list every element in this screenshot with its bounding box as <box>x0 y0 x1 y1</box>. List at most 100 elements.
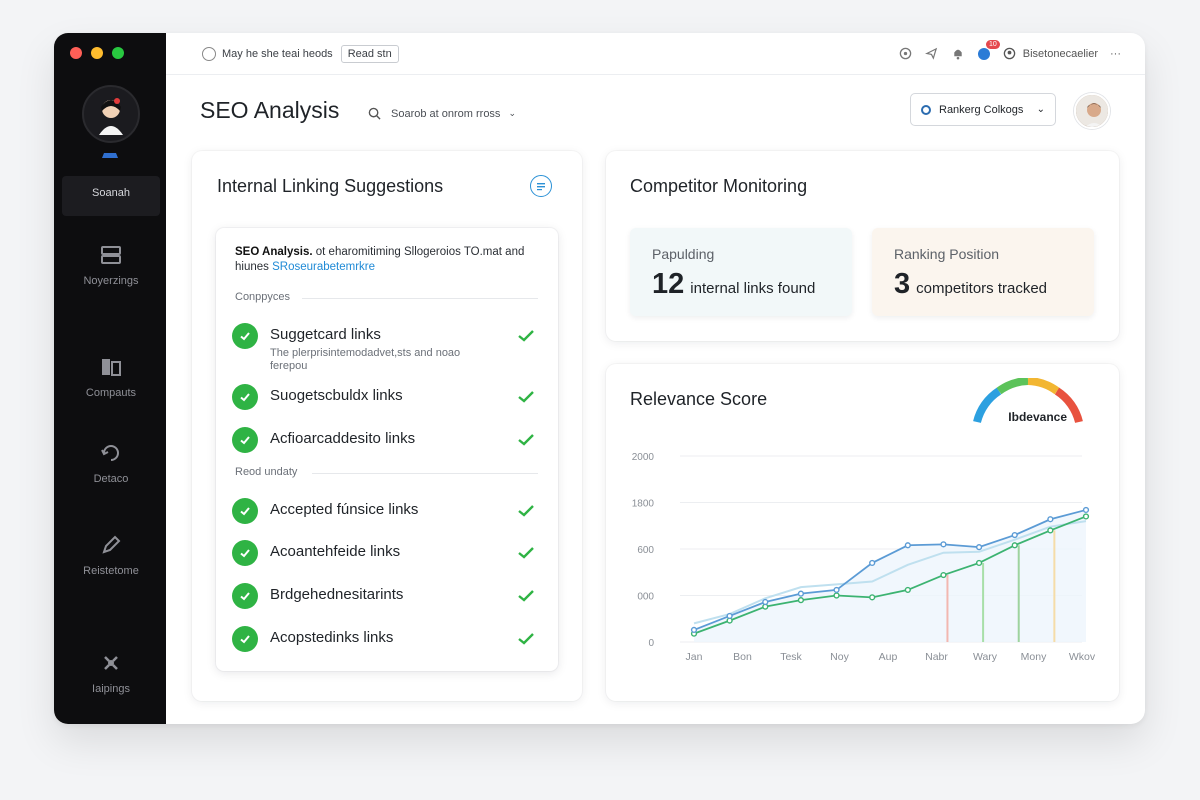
x-tick-label: Mony <box>1021 651 1047 663</box>
x-tick-label: Bon <box>733 651 752 663</box>
data-point <box>940 541 947 548</box>
intro-bold-text: SEO Analysis. <box>235 246 313 258</box>
data-point <box>904 542 911 549</box>
breadcrumb[interactable]: May he she teai heods <box>222 48 333 60</box>
account-name[interactable]: Bisetonecaelier <box>1023 48 1098 60</box>
suggestion-label: Brdgehednesitarints <box>270 586 404 603</box>
stat-card-links[interactable]: Papulding 12 internal links found <box>630 228 852 316</box>
sidebar-item-label: Noyerzings <box>83 275 139 287</box>
check-circle-icon <box>232 583 258 609</box>
check-circle-icon <box>232 540 258 566</box>
check-circle-icon <box>232 498 258 524</box>
data-point <box>1082 513 1090 520</box>
gauge-label: Ibdevance <box>1008 410 1067 424</box>
suggestions-panel: SEO Analysis. ot eharomitiming Sllogeroi… <box>216 228 558 671</box>
more-options-button[interactable]: ··· <box>1110 48 1121 60</box>
data-point <box>869 594 876 601</box>
y-tick-label: 000 <box>637 592 654 603</box>
data-point <box>1047 516 1054 523</box>
compare-icon <box>102 359 121 376</box>
ranking-select[interactable]: Rankerg Colkogs ⌄ <box>910 93 1056 126</box>
bell-icon[interactable] <box>951 47 965 61</box>
suggestion-row[interactable]: Acfioarcaddesito links <box>232 427 536 453</box>
intro-link[interactable]: SRoseurabetemrkre <box>272 261 375 273</box>
check-circle-icon <box>232 384 258 410</box>
card-title: Internal Linking Suggestions <box>217 176 444 196</box>
sidebar-item-detaco[interactable]: Detaco <box>62 441 160 485</box>
sidebar-item-iaipings[interactable]: Iaipings <box>62 651 160 695</box>
data-point <box>975 559 983 567</box>
stat-description: competitors tracked <box>916 280 1048 297</box>
sidebar-item-reistetome[interactable]: Reistetome <box>62 533 160 577</box>
notifications-icon[interactable]: 10 <box>977 39 1000 61</box>
suggestion-row[interactable]: Suogetscbuldx links <box>232 384 536 410</box>
avatar-illustration-icon <box>99 98 123 135</box>
y-tick-label: 2000 <box>632 452 655 463</box>
stat-card-competitors[interactable]: Ranking Position 3 competitors tracked <box>872 228 1094 316</box>
edit-icon <box>102 535 121 554</box>
suggestion-description: The plerprisintemodadvet,sts and noao fe… <box>270 347 461 372</box>
suggestion-row[interactable]: Acoantehfeide links <box>232 540 536 566</box>
section-divider <box>302 298 538 299</box>
share-icon[interactable] <box>925 47 939 61</box>
top-bar: May he she teai heods Read stn 10 Biseto… <box>166 33 1145 75</box>
user-photo-icon <box>1076 95 1108 127</box>
suggestion-row[interactable]: Suggetcard links The plerprisintemodadve… <box>232 323 536 373</box>
read-status-button[interactable]: Read stn <box>340 44 399 63</box>
refresh-icon <box>101 445 119 461</box>
x-tick-label: Wkov <box>1069 651 1096 663</box>
suggestion-label: Acopstedinks links <box>270 629 394 646</box>
search-bar[interactable]: Soarob at onrom rross ⌄ <box>368 107 516 120</box>
topbar-actions: 10 Bisetonecaelier ··· <box>899 39 1121 61</box>
relevance-score-card: Relevance Score Ibdevance 2000 1800 600 000… <box>606 364 1119 701</box>
chevron-down-icon: ⌄ <box>1036 104 1045 115</box>
suggestion-row[interactable]: Brdgehednesitarints <box>232 583 536 609</box>
car-icon <box>102 153 118 158</box>
sidebar-item-label: Compauts <box>85 387 137 399</box>
suggestion-row[interactable]: Acopstedinks links <box>232 626 536 652</box>
user-avatar[interactable] <box>1074 93 1110 129</box>
help-icon[interactable] <box>899 47 913 61</box>
stat-caption: Papulding <box>652 246 715 262</box>
data-point <box>975 544 983 551</box>
info-icon[interactable] <box>530 175 552 197</box>
x-tick-label: Noy <box>830 651 849 663</box>
server-icon <box>101 246 121 264</box>
sidebar-item-label: Iaipings <box>92 683 130 695</box>
checkmark-icon[interactable] <box>516 540 536 566</box>
sidebar-item-compauts[interactable]: Compauts <box>62 355 160 399</box>
search-input[interactable]: Soarob at onrom rross <box>391 108 500 120</box>
suggestion-row[interactable]: Accepted fúnsice links <box>232 498 536 524</box>
window-controls <box>70 47 124 59</box>
sidebar-item-label: Detaco <box>93 473 129 485</box>
checkmark-icon[interactable] <box>516 427 536 453</box>
internal-linking-card: Internal Linking Suggestions SEO Analysi… <box>192 151 582 701</box>
suggestion-label: Accepted fúnsice links <box>270 501 419 518</box>
checkmark-icon[interactable] <box>516 323 536 349</box>
clock-icon <box>202 46 216 61</box>
sidebar-item-search[interactable]: Soanah <box>62 176 160 216</box>
stat-value: 3 <box>894 268 911 300</box>
checkmark-icon[interactable] <box>516 384 536 410</box>
sidebar-item-noyerzings[interactable]: Noyerzings <box>62 243 160 287</box>
checkmark-icon[interactable] <box>516 583 536 609</box>
competitor-monitoring-card: Competitor Monitoring Papulding 12 inter… <box>606 151 1119 341</box>
checkmark-icon[interactable] <box>516 498 536 524</box>
close-window-button[interactable] <box>70 47 82 59</box>
minimize-window-button[interactable] <box>91 47 103 59</box>
sidebar-item-label: Reistetome <box>83 565 139 577</box>
check-circle-icon <box>232 427 258 453</box>
y-tick-label: 600 <box>637 545 654 556</box>
section-divider <box>312 473 538 474</box>
checkmark-icon[interactable] <box>516 626 536 652</box>
data-point <box>940 571 947 579</box>
maximize-window-button[interactable] <box>112 47 124 59</box>
relevance-line-chart[interactable]: 200018006000000Jan Bon Tesk Noy Aup Nabr Wary M… <box>622 436 1110 681</box>
data-point <box>762 598 769 606</box>
x-tick-label: Aup <box>879 651 898 663</box>
suggestion-label: Suggetcard links <box>270 326 381 343</box>
profile-avatar[interactable] <box>82 85 140 143</box>
stat-value: 12 <box>652 268 685 300</box>
suggestions-intro: SEO Analysis. ot eharomitiming Sllogeroi… <box>235 245 540 275</box>
stat-caption: Ranking Position <box>894 246 1000 262</box>
